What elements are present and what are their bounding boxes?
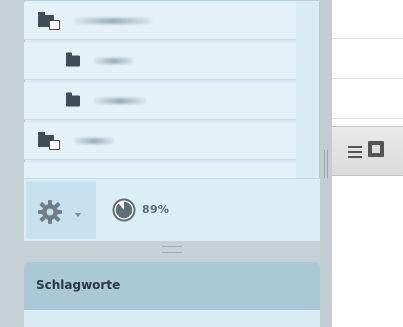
folder-icon — [66, 52, 80, 66]
folder-icon — [66, 92, 80, 106]
tags-panel: Schlagworte — [24, 262, 320, 327]
tags-panel-title: Schlagworte — [36, 278, 121, 292]
vertical-splitter[interactable] — [320, 0, 332, 327]
tree-row-label — [94, 97, 146, 104]
tree-row[interactable] — [24, 162, 296, 178]
tree-toolbar: 89% — [24, 178, 320, 241]
panel-splitter[interactable] — [24, 240, 320, 258]
tree-row-label — [94, 57, 134, 64]
settings-menu-button[interactable] — [26, 181, 96, 239]
progress-ring-icon — [112, 198, 136, 226]
tree-row[interactable] — [24, 122, 296, 160]
tree-row[interactable] — [24, 2, 296, 40]
divider — [332, 118, 403, 119]
folder-tree-list[interactable] — [24, 0, 296, 178]
progress-percent-label: 89% — [142, 203, 170, 216]
divider — [332, 78, 403, 79]
tags-panel-header[interactable]: Schlagworte — [24, 262, 320, 310]
tree-row-label — [74, 137, 114, 144]
folder-stack-icon — [38, 11, 60, 30]
grid-view-icon[interactable] — [368, 141, 384, 157]
tree-row[interactable] — [24, 82, 296, 120]
folder-stack-icon — [38, 131, 60, 150]
divider — [332, 38, 403, 39]
tree-row[interactable] — [24, 42, 296, 80]
splitter-grip[interactable] — [162, 246, 182, 253]
list-view-icon[interactable] — [348, 143, 362, 162]
storage-progress: 89% — [112, 198, 192, 222]
view-toolbar — [332, 126, 403, 176]
tree-row-label — [74, 17, 152, 24]
splitter-grip-line — [324, 150, 325, 178]
chevron-down-icon — [75, 213, 81, 217]
splitter-grip-line — [327, 150, 328, 178]
gear-icon — [37, 199, 63, 229]
content-area — [332, 0, 403, 327]
